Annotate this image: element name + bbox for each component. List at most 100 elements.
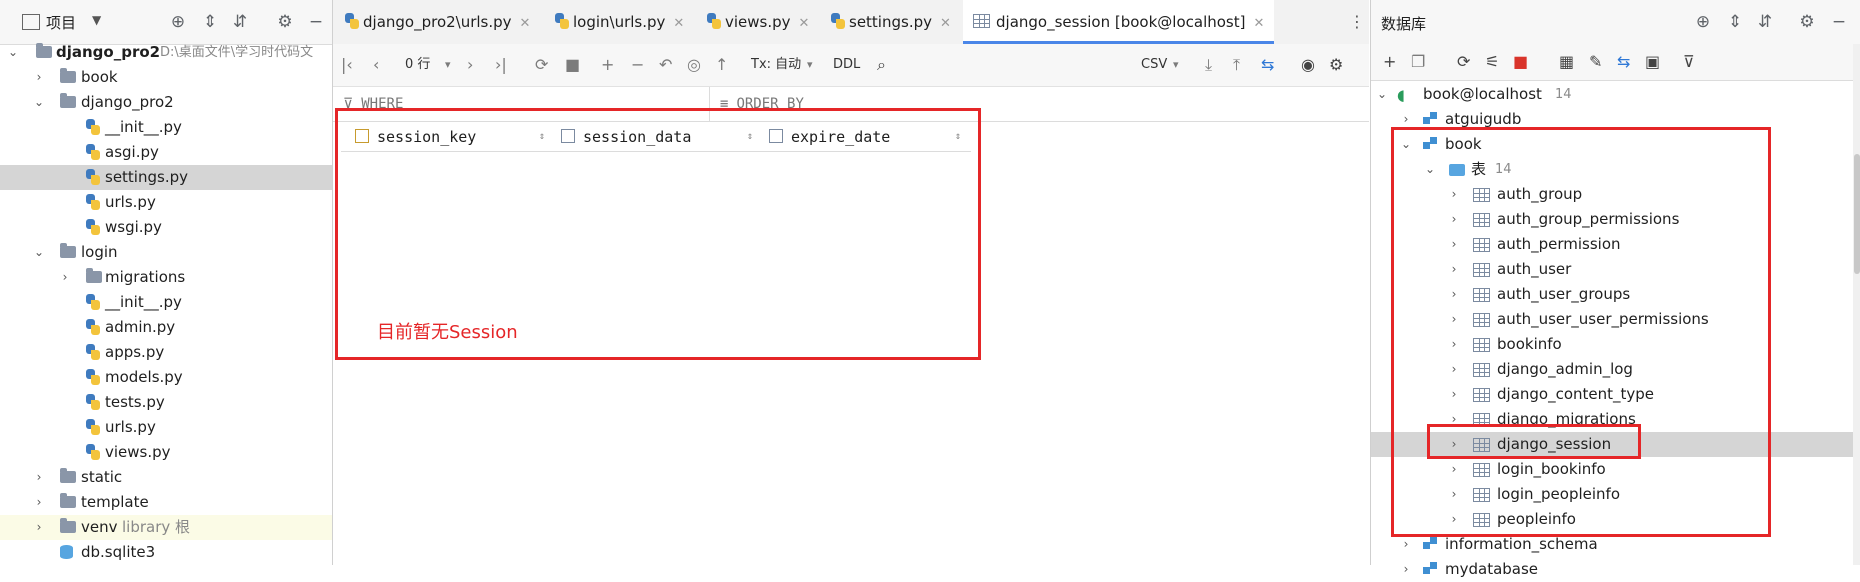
add-icon[interactable]: + (1383, 52, 1396, 72)
chevron-down-icon[interactable]: ▾ (445, 55, 451, 75)
submit-icon[interactable]: ↑ (715, 55, 728, 75)
tree-item-file[interactable]: wsgi.py (0, 215, 332, 240)
close-icon[interactable]: ✕ (799, 16, 810, 31)
database-panel: 数据库 ⊕ ⇕ ⇵ ⚙ − + ❐ ⟳ ⚟ ■ ▦ ✎ ⇆ ▣ ⊽ ⌄ ◖ bo… (1370, 0, 1860, 578)
tab-settings[interactable]: settings.py ✕ (831, 0, 951, 44)
tree-item-folder[interactable]: › template (0, 490, 332, 515)
tree-item-folder-library[interactable]: › venv library 根 (0, 515, 332, 540)
tab-views[interactable]: views.py ✕ (707, 0, 809, 44)
chevron-right-icon[interactable]: › (58, 265, 72, 290)
transaction-mode-label[interactable]: Tx: 自动 (751, 55, 801, 75)
expand-all-icon[interactable]: ⇕ (200, 12, 220, 32)
upload-icon[interactable]: ⤒ (1233, 55, 1240, 75)
refresh-icon[interactable]: ⟳ (535, 55, 548, 75)
database-toolbar: + ❐ ⟳ ⚟ ■ ▦ ✎ ⇆ ▣ ⊽ (1371, 44, 1860, 81)
minimize-icon[interactable]: − (306, 12, 326, 32)
folder-icon (60, 68, 76, 83)
database-panel-title[interactable]: 数据库 (1381, 13, 1426, 34)
previous-page-icon[interactable]: ‹ (373, 55, 379, 75)
gear-icon[interactable]: ⚙ (275, 12, 295, 32)
export-format-label[interactable]: CSV (1141, 55, 1167, 75)
chevron-right-icon[interactable]: › (32, 490, 46, 515)
locate-icon[interactable]: ⊕ (168, 12, 188, 32)
search-icon[interactable]: ⌕ (877, 55, 886, 75)
tree-item-file[interactable]: views.py (0, 440, 332, 465)
preview-icon[interactable]: ◎ (687, 55, 701, 75)
schema-item[interactable]: › mydatabase (1371, 557, 1860, 582)
download-icon[interactable]: ⤓ (1205, 55, 1212, 75)
tab-django-session[interactable]: django_session [book@localhost] ✕ (963, 0, 1275, 44)
chevron-down-icon[interactable]: ⌄ (32, 240, 46, 265)
tree-item-file[interactable]: db.sqlite3 (0, 540, 332, 565)
tab-django-pro2-urls[interactable]: django_pro2\urls.py ✕ (345, 0, 530, 44)
chevron-down-icon[interactable]: ⌄ (1375, 82, 1389, 107)
query-console-icon[interactable]: ▣ (1645, 52, 1660, 72)
tree-item-label: __init__.py (105, 118, 182, 136)
tree-item-folder[interactable]: › migrations (0, 265, 332, 290)
revert-icon[interactable]: ↶ (659, 55, 672, 75)
close-icon[interactable]: ✕ (940, 16, 951, 31)
collapse-all-icon[interactable]: ⇵ (230, 12, 250, 32)
tree-item-file[interactable]: urls.py (0, 190, 332, 215)
tree-item-file[interactable]: admin.py (0, 315, 332, 340)
scrollbar-thumb[interactable] (1854, 154, 1860, 274)
tree-item-file[interactable]: __init__.py (0, 290, 332, 315)
project-panel-title[interactable]: 项目 (46, 12, 76, 33)
compare-icon[interactable]: ⇆ (1617, 52, 1630, 72)
tree-item-folder[interactable]: ⌄ django_pro2 (0, 90, 332, 115)
gear-icon[interactable]: ⚙ (1329, 55, 1343, 75)
tree-item-folder[interactable]: › static (0, 465, 332, 490)
close-icon[interactable]: ✕ (520, 16, 531, 31)
tree-item-file[interactable]: models.py (0, 365, 332, 390)
schema-settings-icon[interactable]: ⚟ (1485, 52, 1499, 72)
python-file-icon (86, 119, 100, 135)
copy-icon[interactable]: ❐ (1411, 52, 1425, 72)
filter-icon[interactable]: ⊽ (1683, 52, 1695, 72)
stop-icon[interactable]: ■ (565, 55, 580, 75)
tree-item-file[interactable]: __init__.py (0, 115, 332, 140)
tree-item-file[interactable]: tests.py (0, 390, 332, 415)
tree-item-project-root[interactable]: ⌄ django_pro2 D:\桌面文件\学习时代码文 (0, 40, 332, 65)
gear-icon[interactable]: ⚙ (1797, 12, 1817, 32)
python-file-icon (86, 319, 100, 335)
close-icon[interactable]: ✕ (1253, 16, 1264, 31)
chevron-right-icon[interactable]: › (32, 465, 46, 490)
datasource-item[interactable]: ⌄ ◖ book@localhost 14 (1371, 82, 1860, 107)
compare-icon[interactable]: ⇆ (1261, 55, 1274, 75)
close-icon[interactable]: ✕ (673, 16, 684, 31)
refresh-icon[interactable]: ⟳ (1457, 52, 1470, 72)
project-view-icon[interactable] (22, 14, 40, 30)
tab-login-urls[interactable]: login\urls.py ✕ (555, 0, 684, 44)
last-page-icon[interactable]: ›| (495, 55, 507, 75)
tree-item-folder[interactable]: › book (0, 65, 332, 90)
tree-item-file[interactable]: apps.py (0, 340, 332, 365)
ddl-button[interactable]: DDL (833, 55, 860, 75)
chevron-down-icon[interactable]: ▼ (92, 13, 101, 27)
edit-icon[interactable]: ✎ (1589, 52, 1602, 72)
scrollbar[interactable] (1853, 44, 1860, 565)
add-row-icon[interactable]: + (601, 55, 614, 75)
expand-all-icon[interactable]: ⇕ (1725, 12, 1745, 32)
first-page-icon[interactable]: |‹ (341, 55, 353, 75)
eye-icon[interactable]: ◉ (1301, 55, 1315, 75)
row-count-label[interactable]: 0 行 (405, 55, 430, 75)
table-view-icon[interactable]: ▦ (1559, 52, 1574, 72)
tree-item-file-selected[interactable]: settings.py (0, 165, 332, 190)
delete-row-icon[interactable]: − (631, 55, 644, 75)
chevron-right-icon[interactable]: › (32, 515, 46, 540)
tree-item-folder[interactable]: ⌄ login (0, 240, 332, 265)
chevron-down-icon[interactable]: ▾ (807, 55, 813, 75)
tree-item-file[interactable]: asgi.py (0, 140, 332, 165)
tree-item-file[interactable]: urls.py (0, 415, 332, 440)
stop-icon[interactable]: ■ (1513, 52, 1528, 72)
collapse-all-icon[interactable]: ⇵ (1755, 12, 1775, 32)
chevron-down-icon[interactable]: ⌄ (32, 90, 46, 115)
locate-icon[interactable]: ⊕ (1693, 12, 1713, 32)
more-options-icon[interactable]: ⋮ (1349, 12, 1365, 31)
minimize-icon[interactable]: − (1829, 12, 1849, 32)
chevron-right-icon[interactable]: › (32, 65, 46, 90)
chevron-down-icon[interactable]: ⌄ (6, 40, 20, 65)
chevron-down-icon[interactable]: ▾ (1173, 55, 1179, 75)
next-page-icon[interactable]: › (467, 55, 473, 75)
chevron-right-icon[interactable]: › (1399, 557, 1413, 582)
